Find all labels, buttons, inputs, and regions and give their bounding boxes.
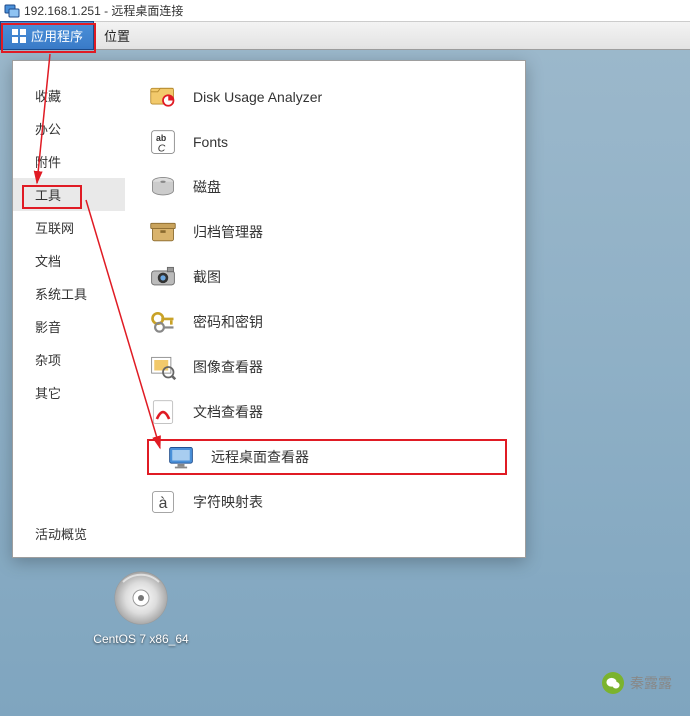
watermark: 秦露露 — [602, 672, 672, 694]
remote-desktop-icon — [167, 443, 195, 471]
app-fonts[interactable]: abC Fonts — [125, 124, 525, 160]
rdp-title-text: 192.168.1.251 - 远程桌面连接 — [24, 2, 183, 19]
cat-sundry[interactable]: 杂项 — [13, 343, 125, 376]
charmap-icon: à — [149, 488, 177, 516]
applications-icon — [11, 28, 27, 44]
app-label: 远程桌面查看器 — [211, 447, 309, 467]
svg-text:à: à — [159, 495, 168, 512]
app-charmap[interactable]: à 字符映射表 — [125, 484, 525, 520]
app-label: Disk Usage Analyzer — [193, 89, 322, 105]
svg-text:C: C — [158, 143, 166, 155]
image-viewer-icon — [149, 353, 177, 381]
app-archive[interactable]: 归档管理器 — [125, 214, 525, 250]
cat-documentation[interactable]: 文档 — [13, 244, 125, 277]
disks-icon — [149, 173, 177, 201]
fonts-icon: abC — [149, 128, 177, 156]
app-label: 归档管理器 — [193, 222, 263, 242]
watermark-text: 秦露露 — [630, 673, 672, 693]
app-label: 文档查看器 — [193, 402, 263, 422]
doc-viewer-icon — [149, 398, 177, 426]
rdp-icon — [4, 3, 20, 19]
rdp-titlebar: 192.168.1.251 - 远程桌面连接 — [0, 0, 690, 22]
cat-internet[interactable]: 互联网 — [13, 211, 125, 244]
menu-apps: Disk Usage Analyzer abC Fonts 磁盘 归档管理器 截… — [125, 61, 525, 557]
wechat-icon — [602, 672, 624, 694]
cat-accessories[interactable]: 附件 — [13, 145, 125, 178]
app-label: 字符映射表 — [193, 492, 263, 512]
panel-applications-label: 应用程序 — [31, 26, 83, 45]
gnome-panel: 应用程序 位置 — [0, 22, 690, 50]
app-disk-usage[interactable]: Disk Usage Analyzer — [125, 79, 525, 115]
cat-other[interactable]: 其它 — [13, 376, 125, 409]
archive-icon — [149, 218, 177, 246]
desktop-cd-icon[interactable]: CentOS 7 x86_64 — [86, 570, 196, 646]
disk-usage-icon — [149, 83, 177, 111]
app-label: 截图 — [193, 267, 221, 287]
app-label: 图像查看器 — [193, 357, 263, 377]
cat-office[interactable]: 办公 — [13, 112, 125, 145]
cd-icon — [113, 570, 169, 626]
panel-places-label: 位置 — [104, 26, 130, 45]
app-label: Fonts — [193, 134, 228, 150]
cat-multimedia[interactable]: 影音 — [13, 310, 125, 343]
cat-tools[interactable]: 工具 — [13, 178, 125, 211]
desktop-cd-label: CentOS 7 x86_64 — [86, 632, 196, 646]
svg-text:ab: ab — [156, 133, 166, 143]
app-disks[interactable]: 磁盘 — [125, 169, 525, 205]
app-doc-viewer[interactable]: 文档查看器 — [125, 394, 525, 430]
panel-applications[interactable]: 应用程序 — [0, 21, 94, 50]
screenshot-icon — [149, 263, 177, 291]
activities-overview[interactable]: 活动概览 — [13, 514, 125, 557]
cat-system-tools[interactable]: 系统工具 — [13, 277, 125, 310]
keys-icon — [149, 308, 177, 336]
applications-menu: 收藏 办公 附件 工具 互联网 文档 系统工具 影音 杂项 其它 活动概览 Di… — [12, 60, 526, 558]
app-image-viewer[interactable]: 图像查看器 — [125, 349, 525, 385]
menu-categories: 收藏 办公 附件 工具 互联网 文档 系统工具 影音 杂项 其它 活动概览 — [13, 61, 125, 557]
app-seahorse[interactable]: 密码和密钥 — [125, 304, 525, 340]
app-label: 磁盘 — [193, 177, 221, 197]
app-label: 密码和密钥 — [193, 312, 263, 332]
app-screenshot[interactable]: 截图 — [125, 259, 525, 295]
app-remote-desktop[interactable]: 远程桌面查看器 — [147, 439, 507, 475]
panel-places[interactable]: 位置 — [94, 22, 140, 49]
cat-favorites[interactable]: 收藏 — [13, 79, 125, 112]
